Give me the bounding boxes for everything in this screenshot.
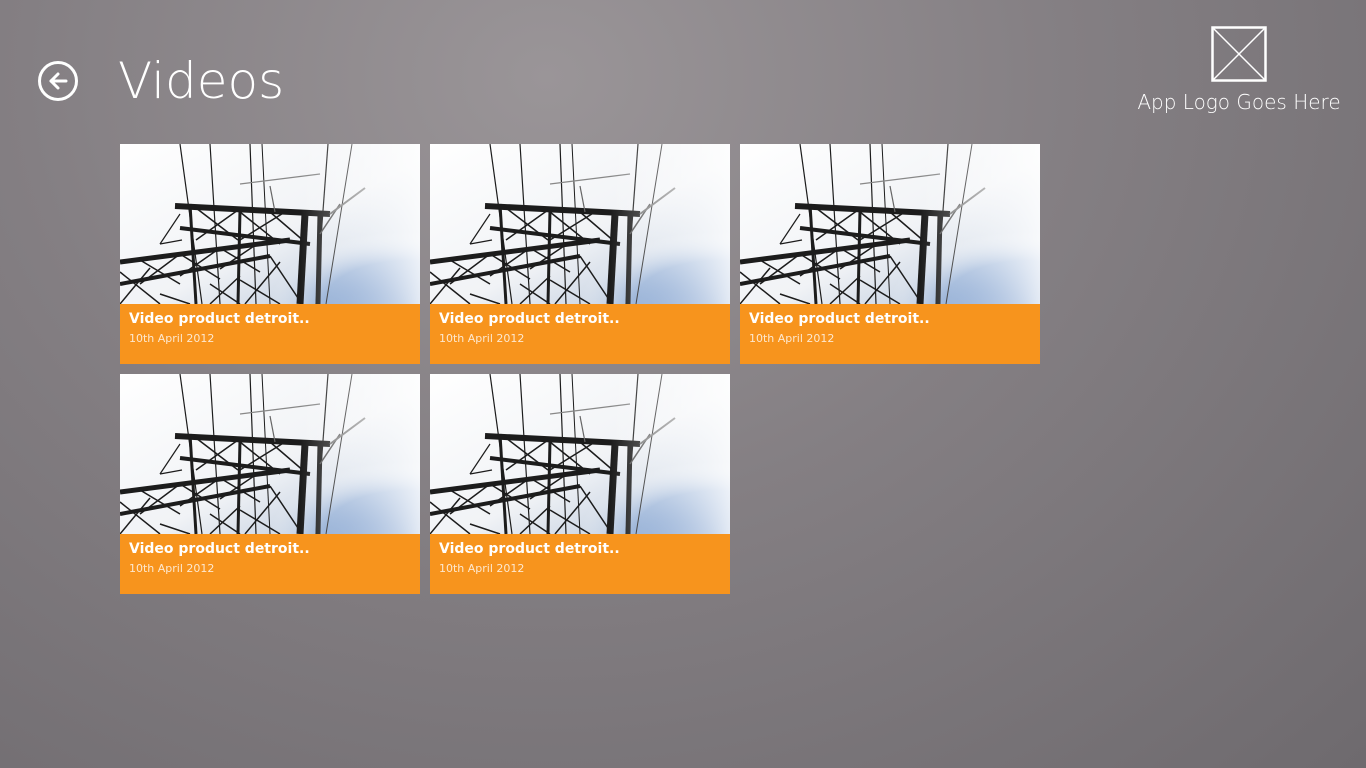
logo-text: App Logo Goes Here <box>1137 90 1341 114</box>
video-date: 10th April 2012 <box>129 562 215 575</box>
video-title: Video product detroit.. <box>439 541 620 557</box>
page-title: Videos <box>118 52 285 110</box>
video-title: Video product detroit.. <box>129 541 310 557</box>
video-title: Video product detroit.. <box>129 311 310 327</box>
app-logo: App Logo Goes Here <box>1126 26 1352 116</box>
video-caption: Video product detroit.. 10th April 2012 <box>430 534 730 594</box>
video-tile[interactable]: Video product detroit.. 10th April 2012 <box>120 374 420 594</box>
video-caption: Video product detroit.. 10th April 2012 <box>120 304 420 364</box>
video-thumbnail <box>430 374 730 534</box>
video-caption: Video product detroit.. 10th April 2012 <box>740 304 1040 364</box>
video-tile[interactable]: Video product detroit.. 10th April 2012 <box>430 374 730 594</box>
video-tile[interactable]: Video product detroit.. 10th April 2012 <box>740 144 1040 364</box>
video-title: Video product detroit.. <box>749 311 930 327</box>
video-date: 10th April 2012 <box>439 332 525 345</box>
video-caption: Video product detroit.. 10th April 2012 <box>120 534 420 594</box>
video-thumbnail <box>120 144 420 304</box>
video-date: 10th April 2012 <box>439 562 525 575</box>
video-thumbnail <box>120 374 420 534</box>
image-placeholder-icon <box>1211 26 1267 82</box>
video-thumbnail <box>740 144 1040 304</box>
video-tile[interactable]: Video product detroit.. 10th April 2012 <box>120 144 420 364</box>
video-tile[interactable]: Video product detroit.. 10th April 2012 <box>430 144 730 364</box>
back-arrow-icon <box>49 72 68 90</box>
video-date: 10th April 2012 <box>749 332 835 345</box>
video-title: Video product detroit.. <box>439 311 620 327</box>
video-thumbnail <box>430 144 730 304</box>
video-caption: Video product detroit.. 10th April 2012 <box>430 304 730 364</box>
back-button[interactable] <box>38 61 78 101</box>
video-date: 10th April 2012 <box>129 332 215 345</box>
